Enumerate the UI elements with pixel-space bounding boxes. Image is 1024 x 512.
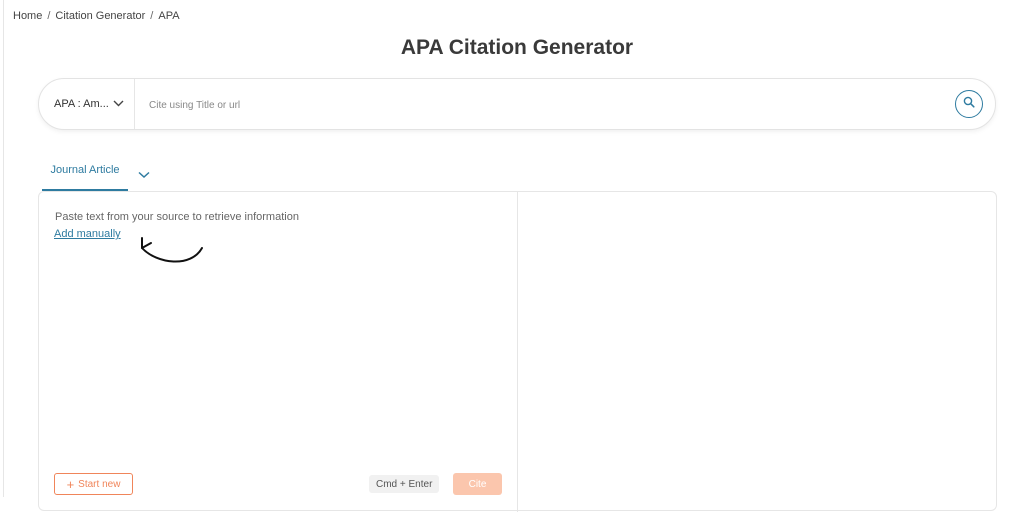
citation-panel: Paste text from your source to retrieve … xyxy=(38,191,997,512)
page-left-border xyxy=(3,0,4,497)
citation-search-bar: APA : Am... xyxy=(38,78,996,130)
breadcrumb: Home / Citation Generator / APA xyxy=(13,10,180,22)
start-new-label: Start new xyxy=(78,478,121,490)
paste-source-instructions: Paste text from your source to retrieve … xyxy=(55,211,299,223)
search-icon xyxy=(963,95,975,113)
search-button[interactable] xyxy=(955,90,983,118)
citation-style-label: APA : Am... xyxy=(54,98,109,110)
cite-search-input[interactable] xyxy=(147,93,931,117)
tab-journal-article[interactable]: Journal Article xyxy=(42,160,128,191)
breadcrumb-citation-generator[interactable]: Citation Generator xyxy=(55,10,145,22)
page-title: APA Citation Generator xyxy=(400,36,634,59)
source-type-menu-chevron-down-icon[interactable] xyxy=(138,166,150,184)
breadcrumb-separator: / xyxy=(150,10,154,22)
cite-button[interactable]: Cite xyxy=(453,473,502,495)
citation-style-dropdown[interactable]: APA : Am... xyxy=(39,79,135,129)
breadcrumb-home[interactable]: Home xyxy=(13,10,42,22)
curved-arrow-icon xyxy=(135,234,207,271)
breadcrumb-separator: / xyxy=(47,10,51,22)
add-manually-link[interactable]: Add manually xyxy=(54,228,121,240)
panel-divider xyxy=(517,192,518,512)
start-new-button[interactable]: + Start new xyxy=(54,473,133,495)
chevron-down-icon xyxy=(113,98,124,110)
plus-icon: + xyxy=(66,476,75,492)
keyboard-shortcut-hint: Cmd + Enter xyxy=(369,475,440,493)
breadcrumb-current: APA xyxy=(158,10,180,22)
